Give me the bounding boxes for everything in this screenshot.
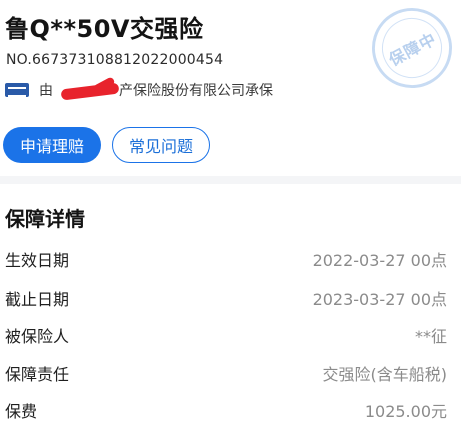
detail-value: **征 — [414, 327, 447, 346]
underwriter-suffix: 产保险股份有限公司承保 — [119, 83, 273, 99]
underwriter-prefix: 由 — [39, 83, 53, 99]
policy-header-card: 鲁Q**50V交强险 NO.667373108812022000454 由 产保… — [0, 0, 461, 176]
detail-label: 保费 — [5, 402, 38, 421]
detail-label: 被保险人 — [5, 327, 70, 346]
detail-row-premium: 保费 1025.00元 — [0, 398, 461, 422]
detail-row-end-date: 截止日期 2023-03-27 00点 — [0, 286, 461, 310]
detail-value: 2023-03-27 00点 — [312, 290, 447, 309]
redaction-mark — [57, 83, 119, 97]
detail-label: 生效日期 — [5, 251, 70, 270]
underwriter-line: 由 产保险股份有限公司承保 — [5, 80, 273, 100]
detail-row-coverage: 保障责任 交强险(含车船税) — [0, 361, 461, 385]
section-title: 保障详情 — [5, 207, 85, 231]
coverage-details-card: 保障详情 生效日期 2022-03-27 00点 截止日期 2023-03-27… — [0, 184, 461, 447]
detail-label: 保障责任 — [5, 365, 70, 384]
policy-number: NO.667373108812022000454 — [6, 52, 224, 68]
detail-value: 1025.00元 — [364, 402, 447, 421]
coverage-status-stamp: 保障中 — [357, 0, 461, 103]
policy-title: 鲁Q**50V交强险 — [5, 15, 204, 43]
insurer-logo-icon — [5, 83, 29, 97]
apply-claim-button[interactable]: 申请理赔 — [3, 127, 101, 163]
detail-value: 交强险(含车船税) — [322, 365, 448, 384]
faq-button[interactable]: 常见问题 — [112, 127, 210, 163]
detail-row-insured: 被保险人 **征 — [0, 323, 461, 347]
detail-value: 2022-03-27 00点 — [312, 251, 447, 270]
detail-label: 截止日期 — [5, 290, 70, 309]
detail-row-effective-date: 生效日期 2022-03-27 00点 — [0, 247, 461, 271]
